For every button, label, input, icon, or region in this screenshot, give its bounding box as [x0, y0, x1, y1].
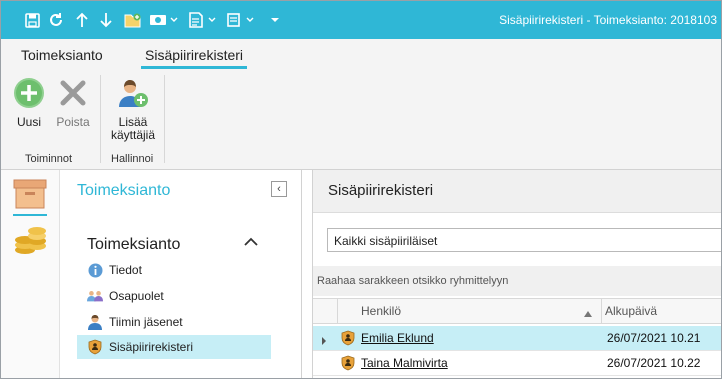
view-dropdown-icon[interactable]	[149, 11, 179, 29]
arrow-up-icon[interactable]	[73, 11, 91, 29]
group-label-toiminnot: Toiminnot	[25, 153, 73, 165]
app-window: Sisäpiirirekisteri - Toimeksianto: 20181…	[0, 0, 722, 379]
group-label-hallinnoi: Hallinnoi	[111, 153, 154, 165]
nav-item-label: Tiedot	[109, 263, 142, 277]
poista-button[interactable]: Poista	[53, 77, 93, 129]
page-title: Sisäpiirirekisteri	[328, 182, 434, 199]
add-icon	[14, 78, 44, 108]
nav-item-label: Sisäpiirirekisteri	[109, 340, 194, 354]
column-header-henkilo[interactable]: Henkilö	[361, 299, 401, 323]
team-icon	[87, 314, 103, 330]
collapse-pane-button[interactable]: ‹	[271, 181, 287, 197]
new-folder-icon[interactable]	[123, 11, 143, 29]
table-row[interactable]: Emilia Eklund 26/07/2021 10.21	[313, 326, 721, 351]
tab-sisapiirirekisteri[interactable]: Sisäpiirirekisteri	[140, 47, 248, 69]
start-date: 26/07/2021 10.21	[607, 331, 701, 345]
nav-section-title: Toimeksianto	[87, 236, 181, 253]
delete-icon	[60, 80, 86, 106]
nav-item-label: Osapuolet	[109, 289, 164, 303]
nav-item-sisapiirirekisteri[interactable]: Sisäpiirirekisteri	[77, 335, 271, 359]
ribbon-separator	[164, 75, 165, 163]
content-header: Sisäpiirirekisteri	[313, 170, 721, 213]
chevron-left-icon: ‹	[277, 183, 281, 195]
arrow-down-icon[interactable]	[97, 11, 115, 29]
nav-header: Toimeksianto	[77, 182, 171, 199]
lisaa-label-2: käyttäjiä	[110, 128, 156, 142]
grid-header: Henkilö Alkupäivä	[313, 298, 721, 324]
filter-select[interactable]: Kaikki sisäpiiriläiset	[327, 228, 721, 252]
title-bar: Sisäpiirirekisteri - Toimeksianto: 20181…	[1, 1, 721, 39]
shield-icon	[341, 355, 355, 374]
poista-label: Poista	[56, 115, 90, 129]
nav-item-osapuolet[interactable]: Osapuolet	[77, 284, 271, 308]
person-name-link[interactable]: Taina Malmivirta	[361, 351, 448, 375]
column-divider	[601, 299, 602, 323]
left-navigation-pane: Toimeksianto ‹ Toimeksianto Tiedot Osapu…	[1, 170, 302, 378]
document-dropdown-icon[interactable]	[187, 11, 217, 29]
shield-icon	[87, 339, 103, 355]
module-icon-strip	[1, 170, 60, 378]
uusi-button[interactable]: Uusi	[9, 77, 49, 129]
tab-toimeksianto[interactable]: Toimeksianto	[21, 47, 103, 63]
people-icon	[87, 288, 103, 304]
shield-icon	[341, 330, 355, 349]
refresh-icon[interactable]	[47, 11, 65, 29]
group-by-hint: Raahaa sarakkeen otsikko ryhmittelyyn	[317, 275, 509, 287]
uusi-label: Uusi	[16, 115, 41, 129]
ribbon-tabs: Toimeksianto Sisäpiirirekisteri	[1, 39, 721, 69]
customize-toolbar-icon[interactable]	[267, 11, 283, 29]
nav-item-label: Tiimin jäsenet	[109, 315, 183, 329]
coins-icon[interactable]	[13, 224, 47, 259]
main-content: Sisäpiirirekisteri Kaikki sisäpiiriläise…	[312, 170, 721, 378]
column-divider	[337, 299, 338, 323]
ribbon-separator	[100, 75, 101, 163]
start-date: 26/07/2021 10.22	[607, 356, 701, 370]
collapse-section-chevron-up-icon[interactable]	[244, 236, 258, 250]
print-dropdown-icon[interactable]	[225, 11, 255, 29]
column-header-alkupaiva[interactable]: Alkupäivä	[605, 299, 657, 323]
person-name-link[interactable]: Emilia Eklund	[361, 326, 434, 350]
nav-item-tiedot[interactable]: Tiedot	[77, 258, 271, 282]
ribbon: Uusi Poista Toiminnot Lisää käyttäjiä Ha…	[1, 69, 721, 170]
window-title: Sisäpiirirekisteri - Toimeksianto: 20181…	[499, 13, 717, 27]
save-icon[interactable]	[23, 11, 41, 29]
active-module-indicator	[13, 214, 47, 216]
table-row[interactable]: Taina Malmivirta 26/07/2021 10.22	[313, 351, 721, 376]
row-indicator-icon	[321, 334, 327, 348]
info-icon	[87, 262, 103, 278]
add-user-icon	[119, 80, 148, 107]
archive-box-icon[interactable]	[13, 178, 47, 213]
nav-item-tiimin-jasenet[interactable]: Tiimin jäsenet	[77, 310, 271, 334]
lisaa-kayttajia-button[interactable]: Lisää käyttäjiä	[106, 77, 160, 142]
group-by-area[interactable]: Raahaa sarakkeen otsikko ryhmittelyyn	[313, 266, 721, 296]
sort-ascending-icon	[583, 307, 593, 321]
